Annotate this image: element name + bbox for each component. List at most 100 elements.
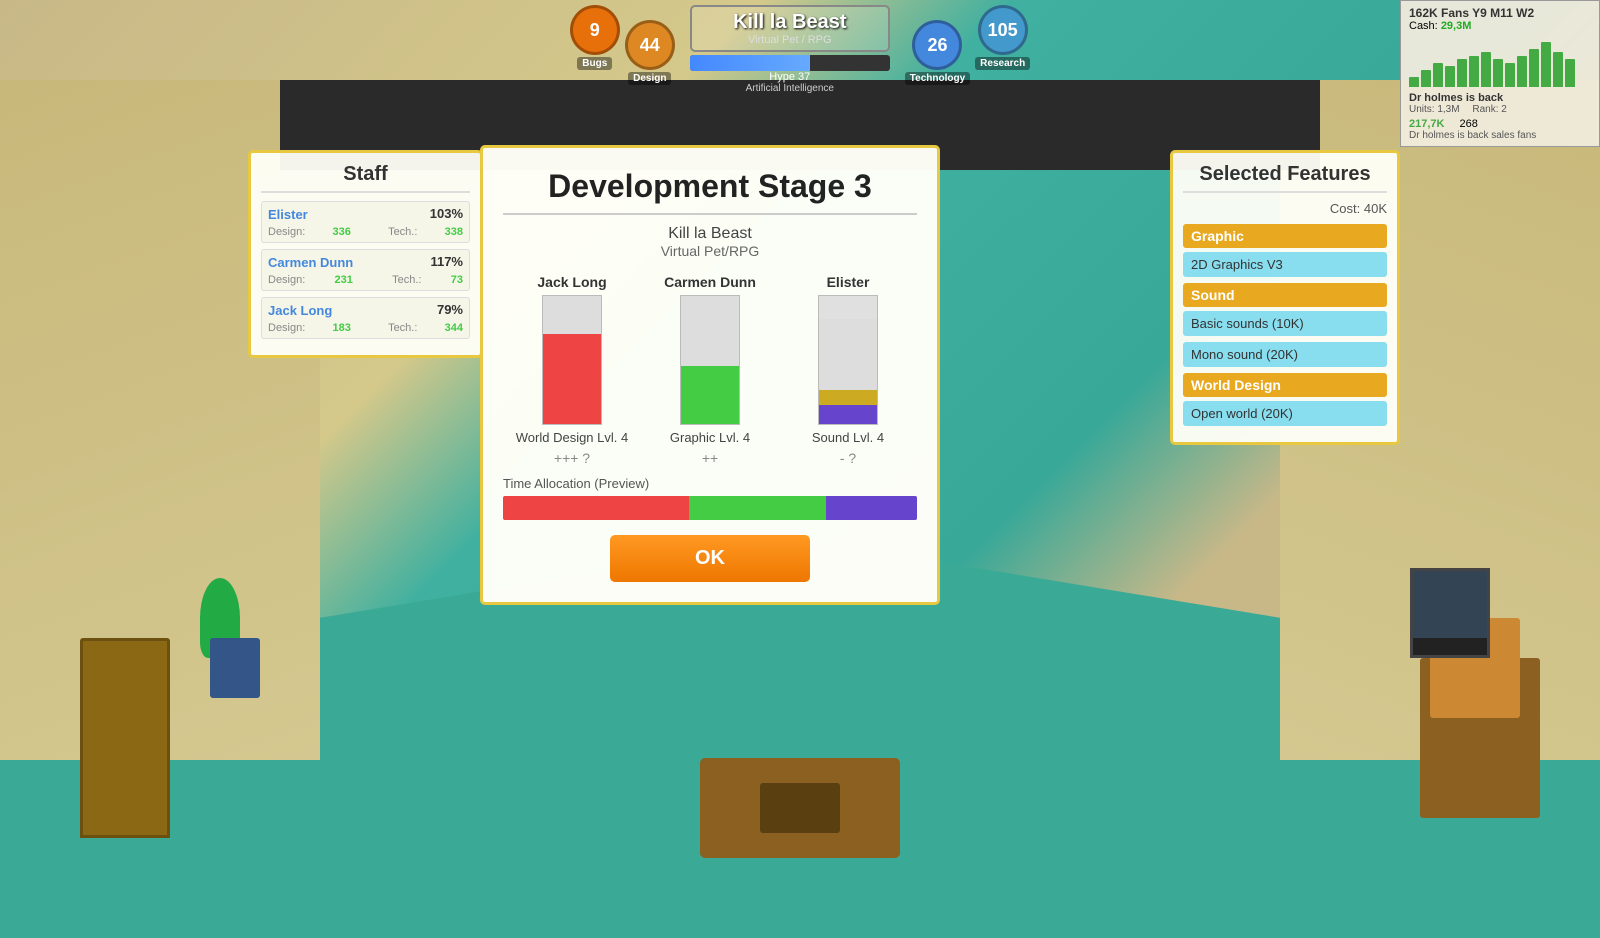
dialog-title: Development Stage 3 [503,168,917,215]
time-segment [826,496,917,520]
contrib-bar-container [680,295,740,425]
technology-indicator: 26 Technology [905,20,970,85]
contrib-score: ++ [702,450,718,466]
computer-terminal [210,638,260,698]
hud-progress-bar [690,55,890,71]
staff-design-label: Design: [268,226,305,238]
feature-item[interactable]: Basic sounds (10K) [1183,311,1387,336]
dialog-game-name: Kill la Beast [503,225,917,243]
contrib-bar-container [542,295,602,425]
design-count: 44 [640,35,660,56]
research-count: 105 [988,20,1018,41]
staff-name: Carmen Dunn [268,255,353,270]
feature-item[interactable]: 2D Graphics V3 [1183,252,1387,277]
staff-entry: Elister 103% Design: 336 Tech.: 338 [261,201,470,243]
staff-tech-label: Tech.: [388,322,417,334]
time-segment [689,496,826,520]
research-label: Research [975,57,1030,70]
contrib-level: Sound Lvl. 4 [812,430,884,445]
contrib-level: Graphic Lvl. 4 [670,430,750,445]
technology-count: 26 [927,35,947,56]
bugs-count: 9 [590,20,600,41]
top-hud: 9 Bugs 44 Design Kill la Beast Virtual P… [0,0,1600,90]
staff-name: Elister [268,207,308,222]
technology-circle: 26 [912,20,962,70]
contribution-row: Jack Long World Design Lvl. 4 +++ ? Carm… [503,274,917,466]
design-label: Design [628,72,671,85]
ok-button[interactable]: OK [610,535,810,582]
tv-right [1410,568,1490,658]
contrib-bar-fill [543,334,601,424]
staff-name: Jack Long [268,303,332,318]
staff-pct: 103% [430,206,463,221]
staff-design-val: 231 [335,274,353,286]
hud-hype-label: Hype 37 [769,71,810,83]
staff-tech-label: Tech.: [388,226,417,238]
contributor-col: Elister Sound Lvl. 4 - ? [788,274,908,466]
bugs-circle: 9 [570,5,620,55]
tv-screen [1413,571,1487,638]
staff-design-val: 183 [333,322,351,334]
feature-category: World Design [1183,373,1387,397]
staff-entry: Carmen Dunn 117% Design: 231 Tech.: 73 [261,249,470,291]
contrib-name: Jack Long [537,274,606,290]
hud-game-title: Kill la Beast [712,11,868,34]
staff-tech-val: 344 [445,322,463,334]
time-allocation-label: Time Allocation (Preview) [503,476,917,491]
feature-item[interactable]: Open world (20K) [1183,401,1387,426]
staff-pct: 79% [437,302,463,317]
contrib-bar-top [681,296,739,366]
contributor-col: Jack Long World Design Lvl. 4 +++ ? [512,274,632,466]
feature-item[interactable]: Mono sound (20K) [1183,342,1387,367]
staff-design-label: Design: [268,274,305,286]
bugs-indicator: 9 Bugs [570,5,620,70]
product-val1: 217,7K [1409,118,1444,130]
door-left [80,638,170,838]
research-circle: 105 [978,5,1028,55]
staff-design-label: Design: [268,322,305,334]
contrib-bar-fill [681,366,739,424]
staff-panel: Staff Elister 103% Design: 336 Tech.: 33… [248,150,483,358]
product-val2: 268 [1459,118,1477,130]
rank-label: Rank: [1472,104,1498,115]
research-indicator: 105 Research [975,5,1030,70]
hud-progress-label: Artificial Intelligence [746,83,834,94]
contrib-bar-top [543,296,601,334]
hud-game-genre: Virtual Pet / RPG [712,34,868,46]
product-stats-row: 217,7K 268 [1409,118,1591,130]
units-label: Units: [1409,104,1435,115]
staff-entry: Jack Long 79% Design: 183 Tech.: 344 [261,297,470,339]
development-dialog: Development Stage 3 Kill la Beast Virtua… [480,145,940,605]
hud-progress-fill [690,55,810,71]
feature-category: Sound [1183,283,1387,307]
hud-title-box: Kill la Beast Virtual Pet / RPG [690,5,890,52]
hud-center: Kill la Beast Virtual Pet / RPG Hype 37 … [690,5,890,94]
contrib-score: - ? [840,450,856,466]
features-panel: Selected Features Cost: 40K Graphic2D Gr… [1170,150,1400,445]
contrib-name: Carmen Dunn [664,274,756,290]
contrib-level: World Design Lvl. 4 [516,430,628,445]
staff-list: Elister 103% Design: 336 Tech.: 338 Carm… [261,201,470,339]
contrib-bar-fill [819,405,877,424]
technology-label: Technology [905,72,970,85]
design-indicator: 44 Design [625,20,675,85]
staff-design-val: 336 [333,226,351,238]
staff-pct: 117% [430,254,463,269]
features-cost: Cost: 40K [1183,201,1387,216]
bugs-label: Bugs [577,57,612,70]
time-segment [503,496,689,520]
staff-tech-label: Tech.: [392,274,421,286]
dialog-game-genre: Virtual Pet/RPG [503,243,917,259]
desk-bottom [700,758,900,858]
contrib-bar-top [819,319,877,389]
staff-panel-title: Staff [261,163,470,193]
units-value: 1,3M [1437,104,1459,115]
yellow-bar [819,390,877,405]
contrib-name: Elister [827,274,870,290]
staff-tech-val: 73 [451,274,463,286]
product-title: Dr holmes is back [1409,92,1591,104]
product-name-sub: Dr holmes is back sales fans [1409,130,1591,141]
time-bar [503,496,917,520]
features-panel-title: Selected Features [1183,163,1387,193]
contributor-col: Carmen Dunn Graphic Lvl. 4 ++ [650,274,770,466]
